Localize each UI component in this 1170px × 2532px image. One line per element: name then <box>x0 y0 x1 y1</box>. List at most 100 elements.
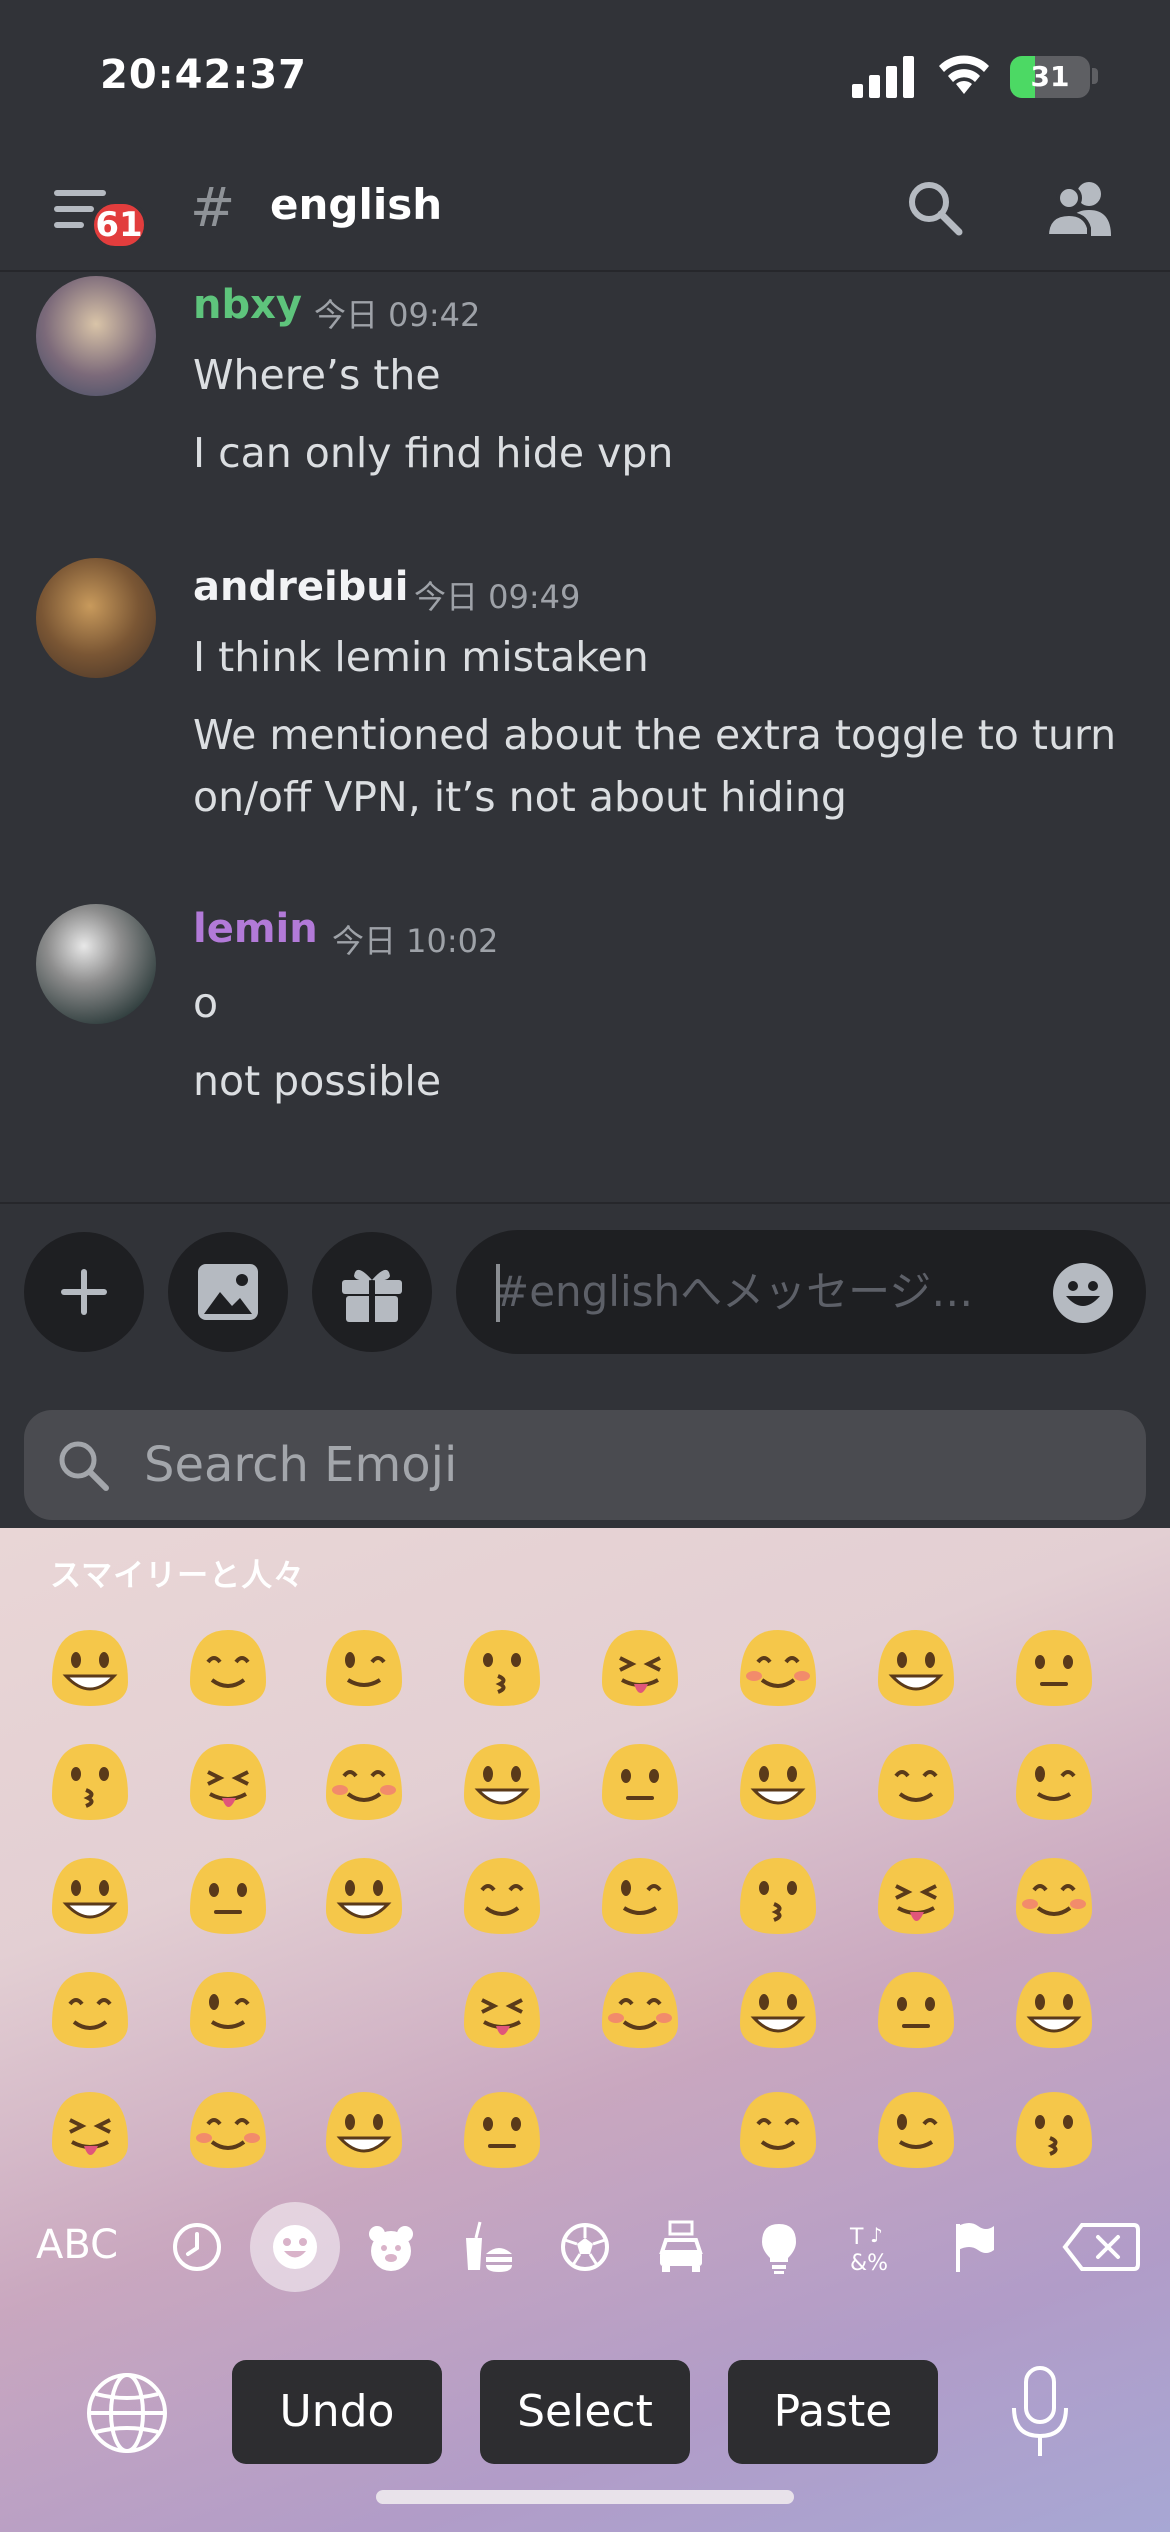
emoji-key[interactable] <box>318 1734 410 1826</box>
gift-icon <box>342 1269 402 1322</box>
message-username[interactable]: andreibui <box>193 564 409 610</box>
emoji-key[interactable] <box>870 1962 962 2054</box>
emoji-key[interactable] <box>594 1620 686 1712</box>
abc-key[interactable]: ABC <box>36 2222 118 2268</box>
emoji-key[interactable] <box>870 1848 962 1940</box>
message-username[interactable]: nbxy <box>193 282 302 328</box>
search-icon <box>59 1441 109 1491</box>
unread-badge: 61 <box>90 200 148 250</box>
message-timestamp: 今日 09:49 <box>414 578 581 616</box>
emoji-key[interactable] <box>594 1848 686 1940</box>
emoji-key[interactable] <box>1008 1848 1100 1940</box>
status-time: 20:42:37 <box>100 52 307 98</box>
message-line: on/off VPN, it’s not about hiding <box>193 773 847 821</box>
members-icon[interactable] <box>1045 178 1113 238</box>
channel-name[interactable]: english <box>270 180 442 229</box>
channel-hash-icon: # <box>190 176 236 239</box>
emoji-key[interactable] <box>456 2082 548 2174</box>
emoji-key[interactable] <box>456 1734 548 1826</box>
svg-text:&%: &% <box>850 2251 888 2276</box>
globe-icon[interactable] <box>84 2370 170 2456</box>
emoji-key[interactable] <box>44 1620 136 1712</box>
recent-icon[interactable] <box>168 2218 226 2276</box>
emoji-key[interactable] <box>594 1734 686 1826</box>
select-button[interactable]: Select <box>480 2360 690 2464</box>
message-line: not possible <box>193 1057 442 1105</box>
emoji-key[interactable] <box>44 1962 136 2054</box>
emoji-key[interactable] <box>594 1962 686 2054</box>
emoji-key[interactable] <box>182 1962 274 2054</box>
emoji-key[interactable] <box>1008 1962 1100 2054</box>
food-icon[interactable] <box>458 2218 516 2276</box>
add-attachment-button[interactable] <box>24 1232 144 1352</box>
composer-divider <box>0 1202 1170 1204</box>
emoji-key[interactable] <box>456 1962 548 2054</box>
emoji-key[interactable] <box>44 1848 136 1940</box>
microphone-icon[interactable] <box>1006 2364 1074 2460</box>
discord-screen: 20:42:37 31 61 # english nbxy 今日 09:42 W… <box>0 0 1170 2532</box>
emoji-search-placeholder: Search Emoji <box>144 1437 458 1493</box>
symbols-icon[interactable]: T ♪ &% <box>846 2218 904 2276</box>
message-line: We mentioned about the extra toggle to t… <box>193 711 1117 759</box>
objects-icon[interactable] <box>750 2218 808 2276</box>
travel-icon[interactable] <box>652 2218 710 2276</box>
message-line: Where’s the <box>193 351 441 399</box>
emoji-key[interactable] <box>318 1848 410 1940</box>
emoji-picker-icon[interactable] <box>1052 1262 1114 1324</box>
emoji-key[interactable] <box>1008 1734 1100 1826</box>
emoji-key[interactable] <box>870 1734 962 1826</box>
emoji-key[interactable] <box>182 1848 274 1940</box>
emoji-key[interactable] <box>732 2082 824 2174</box>
battery-indicator: 31 <box>1010 56 1090 98</box>
undo-button[interactable]: Undo <box>232 2360 442 2464</box>
smileys-icon[interactable] <box>266 2218 324 2276</box>
emoji-key[interactable] <box>732 1620 824 1712</box>
text-caret <box>496 1264 500 1322</box>
plus-icon <box>61 1269 107 1315</box>
animals-icon[interactable] <box>362 2218 420 2276</box>
gift-button[interactable] <box>312 1232 432 1352</box>
channel-header <box>0 150 1170 272</box>
cellular-signal-icon <box>852 56 914 98</box>
emoji-key[interactable] <box>182 1734 274 1826</box>
emoji-key[interactable] <box>318 2082 410 2174</box>
avatar[interactable] <box>36 558 156 678</box>
emoji-key[interactable] <box>1008 2082 1100 2174</box>
search-icon[interactable] <box>905 178 965 238</box>
paste-button[interactable]: Paste <box>728 2360 938 2464</box>
emoji-key[interactable] <box>870 2082 962 2174</box>
emoji-key[interactable] <box>1008 1620 1100 1712</box>
emoji-category-title: スマイリーと人々 <box>50 1558 306 1594</box>
message-line: I think lemin mistaken <box>193 633 649 681</box>
emoji-key[interactable] <box>182 2082 274 2174</box>
message-username[interactable]: lemin <box>193 906 318 952</box>
message-input[interactable]: #englishへメッセージ… <box>456 1230 1146 1354</box>
emoji-key[interactable] <box>732 1848 824 1940</box>
avatar[interactable] <box>36 276 156 396</box>
message-line: I can only find hide vpn <box>193 429 674 477</box>
emoji-key[interactable] <box>182 1620 274 1712</box>
emoji-key[interactable] <box>456 1620 548 1712</box>
emoji-key[interactable] <box>870 1620 962 1712</box>
avatar[interactable] <box>36 904 156 1024</box>
message-line: o <box>193 979 219 1027</box>
emoji-key[interactable] <box>456 1848 548 1940</box>
home-indicator[interactable] <box>376 2490 794 2504</box>
emoji-key[interactable] <box>732 1962 824 2054</box>
battery-tip <box>1092 68 1098 84</box>
image-icon <box>198 1264 258 1320</box>
svg-text:T: T <box>849 2225 864 2250</box>
delete-key-icon[interactable] <box>1062 2222 1140 2272</box>
emoji-key[interactable] <box>44 2082 136 2174</box>
flags-icon[interactable] <box>944 2218 1002 2276</box>
emoji-key[interactable] <box>44 1734 136 1826</box>
battery-percent: 31 <box>1030 60 1070 93</box>
emoji-key[interactable] <box>732 1734 824 1826</box>
emoji-key[interactable] <box>318 1620 410 1712</box>
message-input-placeholder: #englishへメッセージ… <box>494 1267 974 1316</box>
emoji-search-input[interactable]: Search Emoji <box>24 1410 1146 1520</box>
image-button[interactable] <box>168 1232 288 1352</box>
message-timestamp: 今日 09:42 <box>314 296 481 334</box>
svg-text:♪: ♪ <box>870 2223 883 2247</box>
activity-icon[interactable] <box>556 2218 614 2276</box>
